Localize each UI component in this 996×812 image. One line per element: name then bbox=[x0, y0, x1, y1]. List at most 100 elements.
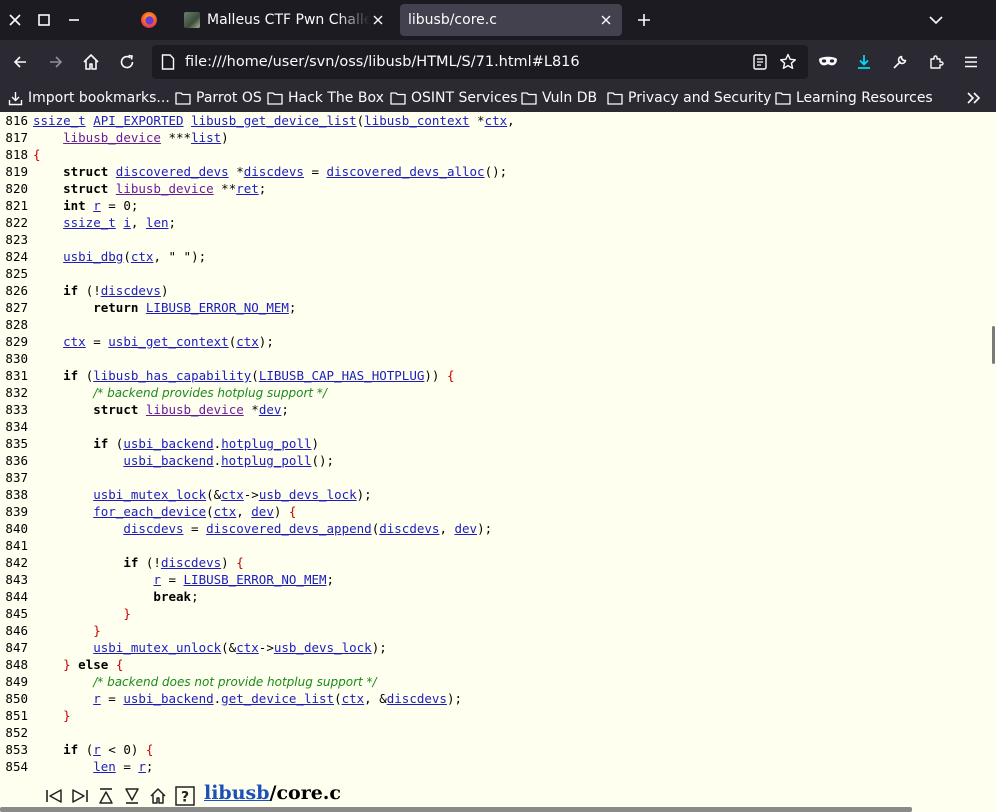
bookmark-folder-hack-the-box[interactable]: Hack The Box bbox=[267, 87, 384, 109]
last-page-icon[interactable] bbox=[70, 786, 90, 806]
identifier-link[interactable]: discovered_devs_alloc bbox=[327, 164, 485, 179]
maximize-window-icon[interactable] bbox=[29, 0, 59, 40]
bookmark-label: Privacy and Security bbox=[628, 90, 772, 106]
identifier-link[interactable]: dev bbox=[251, 504, 274, 519]
identifier-link[interactable]: r bbox=[138, 759, 146, 774]
identifier-link[interactable]: list bbox=[191, 130, 221, 145]
new-tab-icon[interactable] bbox=[629, 0, 659, 40]
identifier-link[interactable]: len bbox=[146, 215, 169, 230]
identifier-link[interactable]: discovered_devs_append bbox=[206, 521, 372, 536]
identifier-link[interactable]: usbi_backend bbox=[123, 436, 213, 451]
identifier-link[interactable]: ret bbox=[236, 181, 259, 196]
minimize-window-icon[interactable] bbox=[59, 0, 89, 40]
help-icon[interactable]: ? bbox=[175, 786, 195, 806]
bookmark-import[interactable]: Import bookmarks... bbox=[8, 87, 170, 109]
vertical-scrollbar[interactable] bbox=[990, 112, 996, 802]
menu-icon[interactable] bbox=[959, 50, 983, 74]
identifier-link[interactable]: discdevs bbox=[244, 164, 304, 179]
identifier-link[interactable]: libusb_has_capability bbox=[93, 368, 251, 383]
close-window-icon[interactable] bbox=[0, 0, 30, 40]
identifier-link[interactable]: discdevs bbox=[387, 691, 447, 706]
identifier-link[interactable]: hotplug_poll bbox=[221, 453, 311, 468]
identifier-link[interactable]: discovered_devs bbox=[116, 164, 229, 179]
bookmark-folder-parrot-os[interactable]: Parrot OS bbox=[175, 87, 262, 109]
identifier-link[interactable]: libusb_device bbox=[63, 130, 161, 145]
home-icon[interactable] bbox=[79, 50, 103, 74]
identifier-link[interactable]: LIBUSB_ERROR_NO_MEM bbox=[184, 572, 327, 587]
identifier-link[interactable]: r bbox=[153, 572, 161, 587]
extensions-icon[interactable] bbox=[924, 50, 948, 74]
identifier-link[interactable]: usbi_backend bbox=[123, 453, 213, 468]
code-fragment: ) bbox=[160, 283, 169, 298]
identifier-link[interactable]: dev bbox=[259, 402, 282, 417]
identifier-link[interactable]: hotplug_poll bbox=[221, 436, 311, 451]
bookmark-star-icon[interactable] bbox=[779, 53, 797, 71]
identifier-link[interactable]: discdevs bbox=[379, 521, 439, 536]
identifier-link[interactable]: libusb_device bbox=[146, 402, 244, 417]
identifier-link[interactable]: get_device_list bbox=[221, 691, 334, 706]
identifier-link[interactable]: usbi_get_context bbox=[108, 334, 228, 349]
close-tab-icon[interactable] bbox=[598, 12, 614, 28]
identifier-link[interactable]: libusb_context bbox=[364, 113, 469, 128]
identifier-link[interactable]: ctx bbox=[342, 691, 365, 706]
bookmark-folder-learning-resources[interactable]: Learning Resources bbox=[775, 87, 933, 109]
identifier-link[interactable]: usb_devs_lock bbox=[274, 640, 372, 655]
close-tab-icon[interactable] bbox=[370, 12, 386, 28]
identifier-link[interactable]: r bbox=[93, 691, 101, 706]
identifier-link[interactable]: LIBUSB_CAP_HAS_HOTPLUG bbox=[259, 368, 425, 383]
tab-core-c[interactable]: libusb/core.c bbox=[400, 4, 622, 36]
reader-view-icon[interactable] bbox=[751, 53, 769, 71]
bookmark-folder-osint-services[interactable]: OSINT Services bbox=[390, 87, 518, 109]
list-tabs-icon[interactable] bbox=[921, 0, 951, 40]
identifier-link[interactable]: ctx bbox=[485, 113, 508, 128]
identifier-link[interactable]: libusb_get_device_list bbox=[191, 113, 357, 128]
vertical-scrollbar-thumb[interactable] bbox=[992, 326, 995, 364]
private-mask-icon[interactable] bbox=[816, 50, 840, 74]
back-icon[interactable] bbox=[8, 50, 32, 74]
identifier-link[interactable]: usbi_mutex_lock bbox=[93, 487, 206, 502]
identifier-link[interactable]: discdevs bbox=[101, 283, 161, 298]
forward-icon[interactable] bbox=[44, 50, 68, 74]
address-bar[interactable]: file:///home/user/svn/oss/libusb/HTML/S/… bbox=[152, 45, 808, 79]
identifier-link[interactable]: ctx bbox=[236, 334, 259, 349]
identifier-link[interactable]: usbi_backend bbox=[123, 691, 213, 706]
wrench-icon[interactable] bbox=[888, 50, 912, 74]
code-text: usbi_mutex_unlock(&ctx->usb_devs_lock); bbox=[33, 639, 387, 656]
top-icon[interactable] bbox=[96, 786, 116, 806]
bookmarks-overflow-icon[interactable] bbox=[966, 87, 987, 109]
bookmark-folder-privacy-and-security[interactable]: Privacy and Security bbox=[607, 87, 771, 109]
identifier-link[interactable]: usbi_dbg bbox=[63, 249, 123, 264]
horizontal-scrollbar[interactable] bbox=[0, 807, 912, 812]
identifier-link[interactable]: usb_devs_lock bbox=[259, 487, 357, 502]
identifier-link[interactable]: len bbox=[93, 759, 116, 774]
identifier-link[interactable]: discdevs bbox=[161, 555, 221, 570]
identifier-link[interactable]: r bbox=[93, 742, 101, 757]
identifier-link[interactable]: for_each_device bbox=[93, 504, 206, 519]
path-link-libusb[interactable]: libusb bbox=[204, 782, 270, 804]
bookmark-folder-vuln-db[interactable]: Vuln DB bbox=[521, 87, 597, 109]
identifier-link[interactable]: LIBUSB_ERROR_NO_MEM bbox=[146, 300, 289, 315]
tab-malleus[interactable]: Malleus CTF Pwn Challeng bbox=[174, 4, 394, 36]
bottom-icon[interactable] bbox=[122, 786, 142, 806]
identifier-link[interactable]: usbi_mutex_unlock bbox=[93, 640, 221, 655]
identifier-link[interactable]: ctx bbox=[236, 640, 259, 655]
first-page-icon[interactable] bbox=[44, 786, 64, 806]
url-text[interactable]: file:///home/user/svn/oss/libusb/HTML/S/… bbox=[185, 45, 580, 79]
identifier-link[interactable]: i bbox=[123, 215, 131, 230]
identifier-link[interactable]: r bbox=[93, 198, 101, 213]
identifier-link[interactable]: API_EXPORTED bbox=[93, 113, 183, 128]
home-icon[interactable] bbox=[148, 786, 168, 806]
identifier-link[interactable]: ctx bbox=[221, 487, 244, 502]
identifier-link[interactable]: libusb_device bbox=[116, 181, 214, 196]
reload-icon[interactable] bbox=[115, 50, 139, 74]
downloads-icon[interactable] bbox=[852, 50, 876, 74]
identifier-link[interactable]: ctx bbox=[131, 249, 154, 264]
identifier-link[interactable]: ctx bbox=[214, 504, 237, 519]
identifier-link[interactable]: ctx bbox=[63, 334, 86, 349]
identifier-link[interactable]: discdevs bbox=[123, 521, 183, 536]
firefox-view-icon[interactable] bbox=[134, 0, 164, 40]
line-number: 847 bbox=[5, 640, 28, 655]
identifier-link[interactable]: ssize_t bbox=[63, 215, 116, 230]
identifier-link[interactable]: dev bbox=[455, 521, 478, 536]
identifier-link[interactable]: ssize_t bbox=[33, 113, 86, 128]
